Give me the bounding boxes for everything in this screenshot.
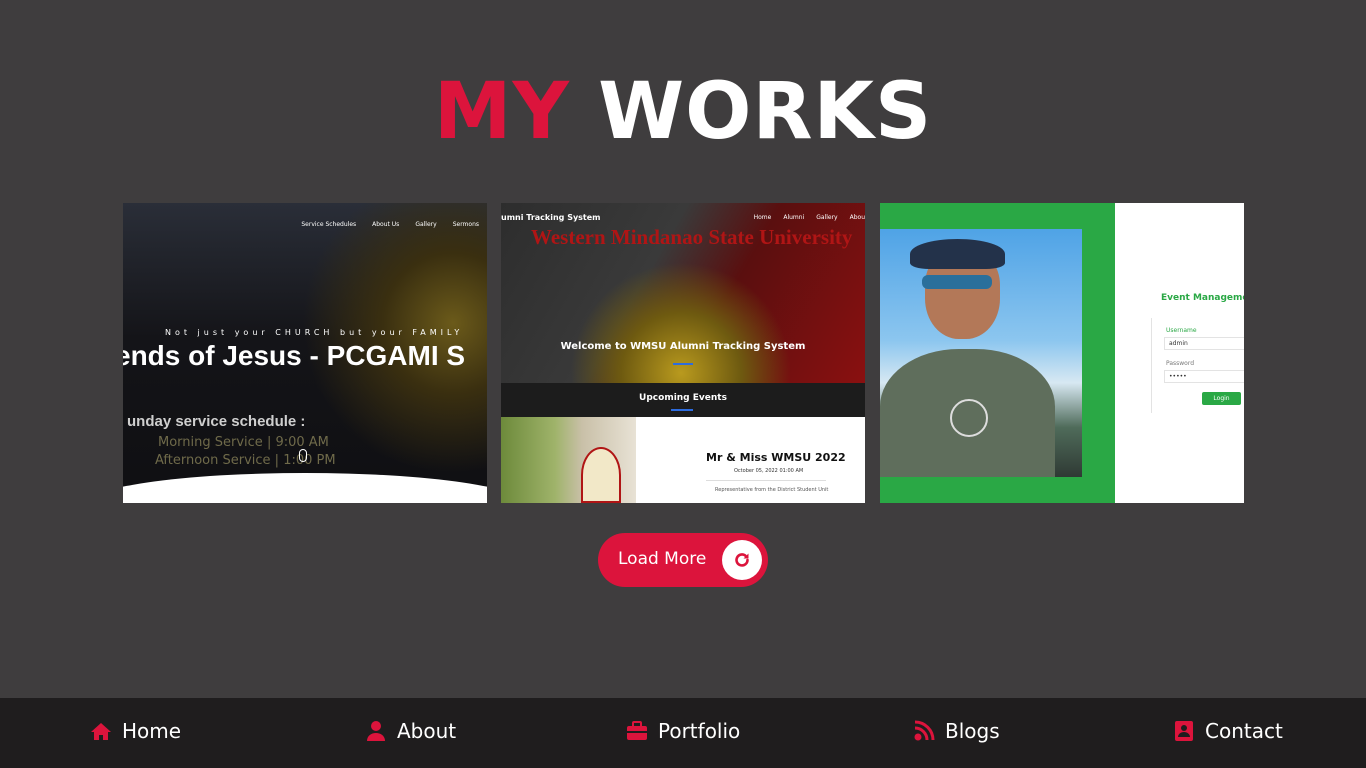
load-more-button[interactable]: Load More	[598, 533, 768, 587]
nav-contact-label: Contact	[1205, 719, 1283, 743]
event-date: October 05, 2022 01:00 AM	[734, 468, 804, 474]
event-description: Representative from the District Student…	[715, 487, 829, 493]
title-part2: WORKS	[598, 67, 933, 157]
project-card-church[interactable]: Service Schedules About Us Gallery Sermo…	[123, 203, 487, 503]
blog-icon	[913, 720, 935, 742]
event-name: Mr & Miss WMSU 2022	[706, 451, 846, 464]
home-icon	[90, 720, 112, 742]
project-nav: Home Alumni Gallery Abou	[754, 214, 865, 221]
user-icon	[365, 720, 387, 742]
project-nav-item: Sermons	[452, 221, 479, 228]
profile-photo	[880, 229, 1082, 477]
section-title: MY WORKS	[0, 70, 1366, 154]
project-card-event-management[interactable]: Event Managemen Username admin Password …	[880, 203, 1244, 503]
project-brand: umni Tracking System	[501, 213, 601, 222]
schedule-line: Afternoon Service | 1:00 PM	[155, 453, 336, 468]
bottom-nav: Home About Portfolio Blogs Contact	[0, 698, 1366, 768]
username-field: admin	[1164, 337, 1244, 350]
project-nav-item: Gallery	[415, 221, 437, 228]
project-nav-item: Abou	[849, 214, 865, 221]
project-nav-item: Alumni	[783, 214, 805, 221]
scroll-mouse-icon	[299, 449, 307, 462]
person-cap	[910, 239, 1005, 269]
nav-blogs-label: Blogs	[945, 719, 1000, 743]
password-label: Password	[1166, 360, 1195, 367]
refresh-icon	[722, 540, 762, 580]
nav-home-label: Home	[122, 719, 182, 743]
university-seal-icon	[581, 447, 621, 503]
university-banner: Western Mindanao State University	[531, 225, 853, 249]
shirt-logo	[950, 399, 988, 437]
nav-portfolio-label: Portfolio	[658, 719, 741, 743]
event-photo	[501, 417, 636, 503]
project-nav-item: About Us	[372, 221, 400, 228]
nav-contact[interactable]: Contact	[1173, 719, 1283, 743]
load-more-label: Load More	[618, 549, 707, 569]
project-headline: ends of Jesus - PCGAMI S	[123, 340, 466, 371]
accent-line	[671, 409, 693, 411]
project-nav-item: Gallery	[816, 214, 838, 221]
project-nav-item: Service Schedules	[301, 221, 357, 228]
login-title: Event Managemen	[1161, 293, 1244, 303]
project-tagline: Not just your CHURCH but your FAMILY	[165, 328, 464, 337]
schedule-heading: unday service schedule :	[127, 413, 306, 430]
project-nav-item: Home	[753, 214, 772, 221]
project-hero: umni Tracking System Home Alumni Gallery…	[501, 203, 865, 383]
nav-blogs[interactable]: Blogs	[913, 719, 1000, 743]
divider	[706, 480, 826, 481]
login-button: Login	[1202, 392, 1241, 405]
project-card-alumni[interactable]: umni Tracking System Home Alumni Gallery…	[501, 203, 865, 503]
address-book-icon	[1173, 720, 1195, 742]
nav-about[interactable]: About	[365, 719, 456, 743]
nav-about-label: About	[397, 719, 457, 743]
schedule-line: Morning Service | 9:00 AM	[158, 435, 329, 450]
nav-home[interactable]: Home	[90, 719, 181, 743]
login-panel: Event Managemen Username admin Password …	[1115, 203, 1244, 503]
accent-line	[673, 363, 693, 365]
events-title: Upcoming Events	[639, 393, 727, 403]
event-panel: Mr & Miss WMSU 2022 October 05, 2022 01:…	[501, 417, 865, 503]
title-part1: MY	[433, 67, 570, 157]
password-field: •••••	[1164, 370, 1244, 383]
project-nav: Service Schedules About Us Gallery Sermo…	[301, 221, 479, 228]
person-sunglasses	[922, 275, 992, 289]
username-label: Username	[1166, 327, 1197, 334]
events-bar: Upcoming Events	[501, 383, 865, 417]
nav-portfolio[interactable]: Portfolio	[626, 719, 740, 743]
welcome-text: Welcome to WMSU Alumni Tracking System	[560, 341, 806, 352]
briefcase-icon	[626, 720, 648, 742]
